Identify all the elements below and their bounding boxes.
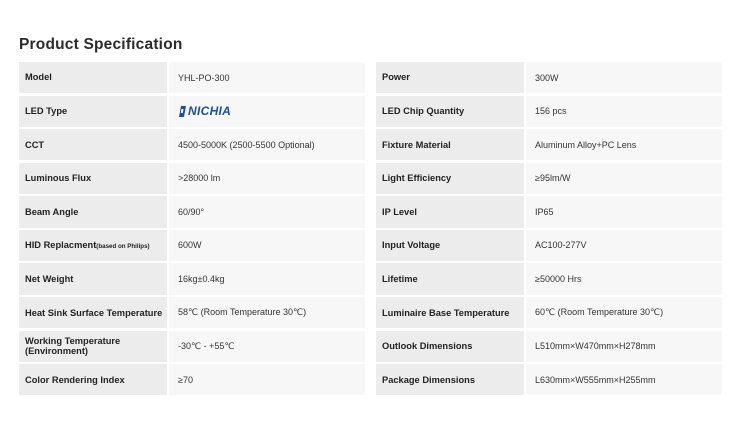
spec-label: CCT xyxy=(19,129,167,161)
spec-row-base-temp: Luminaire Base Temperature 60℃ (Room Tem… xyxy=(376,297,722,329)
spec-label: Light Efficiency xyxy=(376,162,524,194)
page-title: Product Specification xyxy=(19,36,183,53)
spec-row-working-temp: Working Temperature (Environment) -30℃ -… xyxy=(19,330,365,362)
spec-label: Heat Sink Surface Temperature xyxy=(19,297,167,329)
spec-value: 58℃ (Room Temperature 30℃) xyxy=(169,297,365,329)
spec-label: HID Replacment (based on Philips) xyxy=(19,229,167,262)
spec-row-cct: CCT 4500-5000K (2500-5500 Optional) xyxy=(19,129,365,161)
spec-label: Fixture Material xyxy=(376,129,524,161)
spec-row-power: Power 300W xyxy=(376,62,722,94)
spec-row-light-efficiency: Light Efficiency ≥95lm/W xyxy=(376,162,722,194)
spec-value: 16kg±0.4kg xyxy=(169,263,365,295)
spec-value: 4500-5000K (2500-5500 Optional) xyxy=(169,129,365,161)
spec-row-led-chip-quantity: LED Chip Quantity 156 pcs xyxy=(376,95,722,127)
spec-row-luminous-flux: Luminous Flux >28000 lm xyxy=(19,162,365,194)
spec-label: LED Chip Quantity xyxy=(376,95,524,127)
nichia-logo: NICHIA xyxy=(178,104,231,118)
spec-row-fixture-material: Fixture Material Aluminum Alloy+PC Lens xyxy=(376,129,722,161)
spec-row-input-voltage: Input Voltage AC100-277V xyxy=(376,229,722,262)
spec-table-left: Model YHL-PO-300 LED Type NICHIA CCT 450… xyxy=(19,62,365,398)
spec-value: IP65 xyxy=(526,196,722,228)
spec-row-net-weight: Net Weight 16kg±0.4kg xyxy=(19,263,365,295)
spec-label: IP Level xyxy=(376,196,524,228)
spec-label: Outlook Dimensions xyxy=(376,330,524,362)
spec-row-package-dimensions: Package Dimensions L630mm×W555mm×H255mm xyxy=(376,364,722,396)
nichia-logo-icon xyxy=(179,105,186,117)
spec-value: 600W xyxy=(169,229,365,262)
spec-row-beam-angle: Beam Angle 60/90° xyxy=(19,196,365,228)
spec-label: Input Voltage xyxy=(376,229,524,262)
spec-value: AC100-277V xyxy=(526,229,722,262)
spec-value: NICHIA xyxy=(169,95,365,127)
spec-row-model: Model YHL-PO-300 xyxy=(19,62,365,94)
spec-value: -30℃ - +55℃ xyxy=(169,330,365,362)
spec-label: Power xyxy=(376,62,524,94)
spec-label-text: HID Replacment xyxy=(25,240,97,251)
spec-value: ≥70 xyxy=(169,364,365,396)
spec-table-right: Power 300W LED Chip Quantity 156 pcs Fix… xyxy=(376,62,722,398)
spec-value: 300W xyxy=(526,62,722,94)
spec-value: YHL-PO-300 xyxy=(169,62,365,94)
spec-label: Luminous Flux xyxy=(19,162,167,194)
spec-value: 156 pcs xyxy=(526,95,722,127)
spec-label: Color Rendering Index xyxy=(19,364,167,396)
spec-row-lifetime: Lifetime ≥50000 Hrs xyxy=(376,263,722,295)
spec-value: L510mm×W470mm×H278mm xyxy=(526,330,722,362)
spec-label: Working Temperature (Environment) xyxy=(19,330,167,362)
spec-value: Aluminum Alloy+PC Lens xyxy=(526,129,722,161)
spec-row-heat-sink-temp: Heat Sink Surface Temperature 58℃ (Room … xyxy=(19,297,365,329)
spec-label: LED Type xyxy=(19,95,167,127)
spec-label: Luminaire Base Temperature xyxy=(376,297,524,329)
spec-label: Package Dimensions xyxy=(376,364,524,396)
spec-value: >28000 lm xyxy=(169,162,365,194)
nichia-logo-text: NICHIA xyxy=(188,104,232,119)
spec-value: 60/90° xyxy=(169,196,365,228)
spec-label: Lifetime xyxy=(376,263,524,295)
spec-value: 60℃ (Room Temperature 30℃) xyxy=(526,297,722,329)
spec-label: Model xyxy=(19,62,167,94)
spec-label-note: (based on Philips) xyxy=(96,243,150,251)
spec-label: Beam Angle xyxy=(19,196,167,228)
spec-value: ≥95lm/W xyxy=(526,162,722,194)
spec-label: Net Weight xyxy=(19,263,167,295)
spec-row-outlook-dimensions: Outlook Dimensions L510mm×W470mm×H278mm xyxy=(376,330,722,362)
spec-row-ip-level: IP Level IP65 xyxy=(376,196,722,228)
spec-row-cri: Color Rendering Index ≥70 xyxy=(19,364,365,396)
spec-value: L630mm×W555mm×H255mm xyxy=(526,364,722,396)
spec-row-hid-replacement: HID Replacment (based on Philips) 600W xyxy=(19,229,365,262)
spec-row-led-type: LED Type NICHIA xyxy=(19,95,365,127)
spec-value: ≥50000 Hrs xyxy=(526,263,722,295)
